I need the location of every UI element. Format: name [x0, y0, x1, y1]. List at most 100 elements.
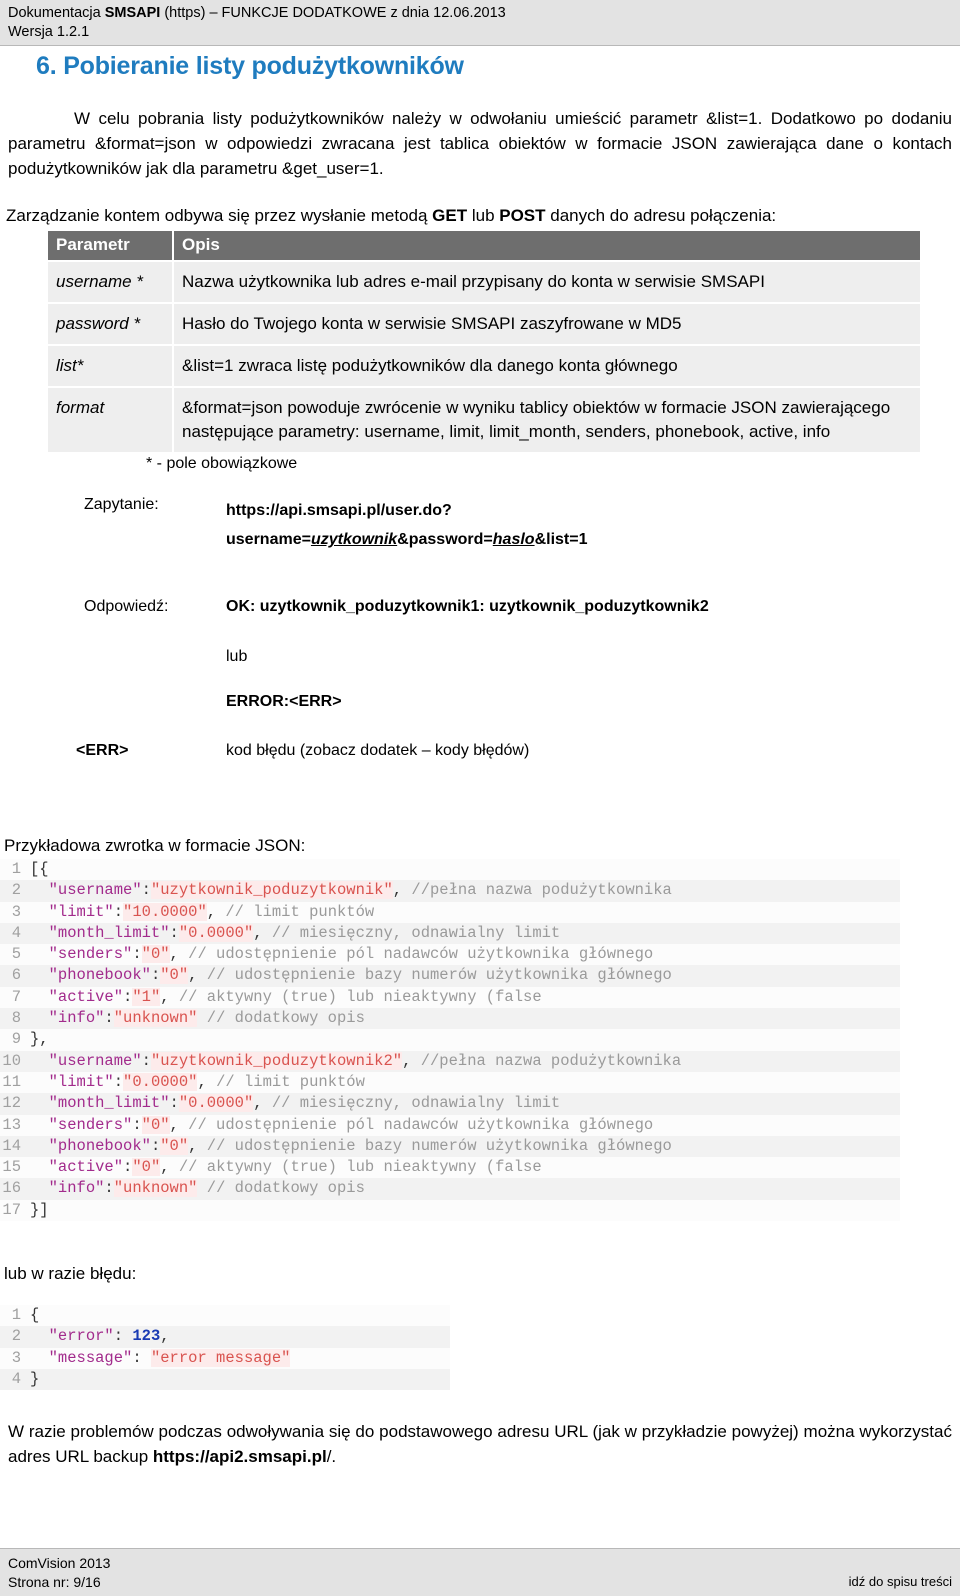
- code-token-key: "phonebook": [48, 966, 151, 985]
- error-example-code-block: 1{2 "error": 123, 3 "message": "error mes…: [0, 1305, 450, 1391]
- code-token-str: "0": [160, 1136, 189, 1155]
- code-token-com: // dodatkowy opis: [206, 1179, 365, 1198]
- code-token-pl: :: [104, 1009, 114, 1028]
- code-line-number: 2: [11, 881, 21, 900]
- code-token-str: "unknown": [113, 1009, 198, 1028]
- code-token-pl: ,: [188, 966, 207, 985]
- code-token-pl: :: [123, 987, 133, 1006]
- query-label: Zapytanie:: [84, 496, 159, 513]
- json-example-caption: Przykładowa zwrotka w formacie JSON:: [4, 836, 306, 855]
- code-line: 7 "active":"1", // aktywny (true) lub ni…: [0, 987, 900, 1008]
- code-line-text: "error": 123,: [30, 1326, 170, 1347]
- code-line: 14 "phonebook":"0", // udostępnienie baz…: [0, 1135, 900, 1158]
- code-token-com: // limit punktów: [225, 902, 375, 921]
- code-token-com: // udostępnienie pól nadawców użytkownik…: [188, 1115, 654, 1134]
- code-line-number: 9: [11, 1030, 21, 1049]
- code-token-pl: :: [113, 1072, 124, 1091]
- code-token-pl: :: [150, 966, 161, 985]
- code-token-str: "unknown": [113, 1179, 198, 1198]
- code-token-com: // udostępnienie bazy numerów użytkownik…: [206, 1136, 672, 1155]
- intro-text: W celu pobrania listy podużytkowników na…: [8, 109, 952, 178]
- code-line-number: 14: [2, 1136, 21, 1155]
- code-line-number: 13: [2, 1115, 21, 1134]
- code-token-str: "0.0000": [123, 1072, 198, 1091]
- footer-page-number: Strona nr: 9/16: [8, 1574, 101, 1590]
- query-url-param-password-key: &password=: [397, 531, 493, 548]
- param-name-format: format: [48, 386, 174, 452]
- table-header-row: Parametr Opis: [48, 231, 920, 261]
- table-row: password * Hasło do Twojego konta w serw…: [48, 302, 920, 345]
- code-token-str: "uzytkownik_poduzytkownik2": [150, 1051, 403, 1070]
- closing-text-b: /.: [326, 1447, 337, 1466]
- code-line-number: 17: [2, 1200, 21, 1219]
- code-token-str: "uzytkownik_poduzytkownik": [150, 881, 393, 900]
- code-token-pl: ,: [402, 1051, 421, 1070]
- http-method-post: POST: [499, 206, 546, 225]
- code-line-number: 12: [2, 1094, 21, 1113]
- param-desc-format: &format=json powoduje zwrócenie w wyniku…: [173, 386, 920, 452]
- code-line: 1{: [0, 1305, 450, 1326]
- code-line: 15 "active":"0", // aktywny (true) lub n…: [0, 1157, 900, 1178]
- footer-toc-link[interactable]: idź do spisu treści: [849, 1574, 952, 1589]
- code-line: 3 "limit":"10.0000", // limit punktów: [0, 902, 900, 923]
- code-token-str: "10.0000": [123, 902, 207, 921]
- code-line: 4}: [0, 1368, 450, 1391]
- query-url-param-username-key: username=: [226, 531, 311, 548]
- code-line-text: {: [30, 1305, 39, 1326]
- code-token-str: "0.0000": [178, 923, 254, 942]
- code-token-pl: ,: [253, 1094, 272, 1113]
- code-line-number: 10: [2, 1051, 21, 1070]
- error-example-caption: lub w razie błędu:: [4, 1264, 137, 1283]
- code-line: 1 [{: [0, 859, 900, 880]
- code-token-pl: :: [123, 1158, 133, 1177]
- code-line-text: "month_limit":"0.0000", // miesięczny, o…: [30, 1093, 560, 1114]
- code-line-text: }: [30, 1369, 39, 1390]
- query-url-param-username-value: uzytkownik: [310, 531, 398, 548]
- code-token-com: // udostępnienie pól nadawców użytkownik…: [188, 945, 654, 964]
- response-ok-text: OK: uzytkownik_poduzytkownik1: uzytkowni…: [226, 598, 709, 615]
- code-token-pl: ,: [169, 1115, 189, 1134]
- code-token-num: 123: [132, 1327, 161, 1346]
- code-line: 9},: [0, 1029, 900, 1050]
- code-token-com: // miesięczny, odnawialny limit: [271, 1094, 561, 1113]
- code-line-text: "month_limit":"0.0000", // miesięczny, o…: [30, 923, 560, 944]
- code-token-key: "senders": [48, 945, 133, 964]
- code-line: 17}]: [0, 1200, 900, 1221]
- code-token-key: "senders": [48, 1115, 133, 1134]
- param-desc-list: &list=1 zwraca listę podużytkowników dla…: [173, 344, 920, 387]
- code-token-com: // miesięczny, odnawialny limit: [271, 923, 561, 942]
- code-token-key: "month_limit": [48, 1094, 170, 1113]
- code-token-pl: },: [30, 1030, 49, 1049]
- code-line: 5 "senders":"0", // udostępnienie pól na…: [0, 944, 900, 965]
- code-token-pl: :: [141, 881, 151, 900]
- code-token-str: "1": [132, 987, 161, 1006]
- code-token-pl: [{: [30, 860, 49, 878]
- code-line-text: "senders":"0", // udostępnienie pól nada…: [30, 1115, 653, 1136]
- err-token-description: kod błędu (zobacz dodatek – kody błędów): [226, 742, 530, 759]
- param-name-list: list*: [48, 344, 174, 387]
- header-title-brand: SMSAPI: [104, 5, 161, 21]
- code-token-com: // aktywny (true) lub nieaktywny (false: [178, 1158, 542, 1177]
- code-line-number: 7: [11, 987, 21, 1006]
- code-line: 2 "error": 123,: [0, 1326, 450, 1348]
- management-text-mid: lub: [467, 206, 500, 225]
- code-token-com: // limit punktów: [216, 1072, 365, 1091]
- code-token-pl: ,: [160, 1327, 170, 1346]
- param-name-password: password *: [48, 302, 174, 345]
- err-token-label: <ERR>: [76, 742, 129, 759]
- code-token-key: "info": [48, 1179, 105, 1198]
- code-line-text: "username":"uzytkownik_poduzytkownik2", …: [30, 1051, 681, 1072]
- code-token-key: "username": [48, 881, 142, 900]
- code-line-number: 3: [11, 902, 21, 921]
- code-token-str: "error message": [150, 1348, 291, 1367]
- code-token-key: "limit": [48, 902, 114, 921]
- intro-paragraph: W celu pobrania listy podużytkowników na…: [8, 106, 952, 181]
- code-token-key: "month_limit": [48, 923, 170, 942]
- table-row: username * Nazwa użytkownika lub adres e…: [48, 260, 920, 303]
- code-token-pl: :: [113, 902, 124, 921]
- column-header-opis: Opis: [173, 231, 920, 261]
